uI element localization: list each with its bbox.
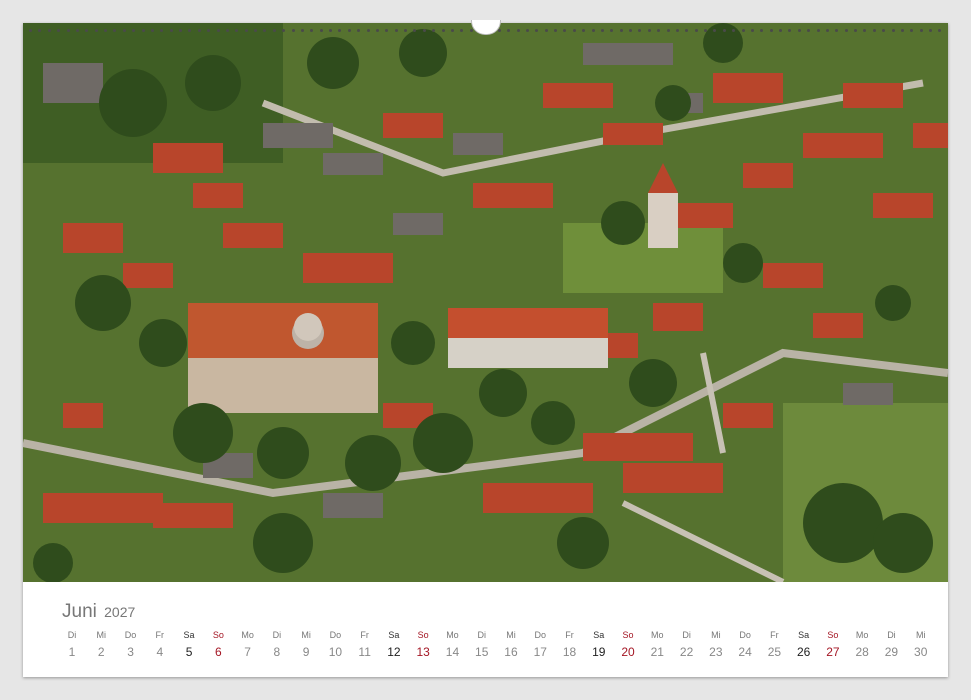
weekday-label: Fr (360, 630, 369, 640)
day-cell: Di 8 (263, 630, 291, 659)
day-number: 6 (214, 645, 222, 659)
day-cell: Sa 5 (175, 630, 203, 659)
day-cell: So 13 (409, 630, 437, 659)
day-number: 1 (68, 645, 76, 659)
day-cell: Do 10 (321, 630, 349, 659)
day-number: 14 (445, 645, 460, 659)
weekday-label: Sa (388, 630, 400, 640)
day-cell: Fr 4 (146, 630, 174, 659)
day-cell: So 27 (819, 630, 847, 659)
day-cell: Do 3 (117, 630, 145, 659)
day-cell: Mi 23 (702, 630, 730, 659)
day-cell: Mi 30 (907, 630, 935, 659)
day-cell: Di 15 (468, 630, 496, 659)
day-cell: Di 1 (58, 630, 86, 659)
day-cell: Mo 14 (438, 630, 466, 659)
weekday-label: So (417, 630, 429, 640)
day-number: 23 (709, 645, 723, 659)
day-number: 26 (796, 645, 811, 659)
aerial-village-photo (23, 23, 948, 582)
day-cell: Sa 19 (585, 630, 613, 659)
day-cell: Mo 7 (234, 630, 262, 659)
day-number: 5 (185, 645, 193, 659)
day-number: 11 (358, 645, 371, 659)
day-cell: Mi 2 (87, 630, 115, 659)
day-number: 17 (533, 645, 547, 659)
weekday-label: Fr (155, 630, 165, 640)
day-number: 22 (679, 645, 694, 659)
weekday-label: Mi (301, 630, 311, 640)
weekday-label: Di (67, 630, 77, 640)
day-number: 28 (855, 645, 869, 659)
weekday-label: Mo (855, 630, 869, 640)
weekday-label: Di (477, 630, 486, 640)
day-number: 13 (416, 645, 430, 659)
day-number: 12 (387, 645, 401, 659)
day-number: 19 (592, 645, 606, 659)
month-name: Juni (62, 601, 97, 622)
day-number: 30 (914, 645, 928, 659)
aerial-photo-illustration (23, 23, 948, 582)
day-cell: Di 29 (877, 630, 905, 659)
day-cell: So 20 (614, 630, 642, 659)
weekday-label: Mo (651, 630, 664, 640)
day-cell: Mo 28 (848, 630, 876, 659)
day-cell: Fr 18 (556, 630, 584, 659)
day-number: 3 (127, 645, 134, 659)
day-cell: Sa 26 (790, 630, 818, 659)
weekday-label: Do (534, 630, 546, 640)
weekday-label: Do (329, 630, 342, 640)
weekday-label: Mo (241, 630, 254, 640)
weekday-label: Do (739, 630, 751, 640)
day-number: 16 (504, 645, 518, 659)
weekday-label: Sa (183, 630, 195, 640)
day-cell: Mo 21 (643, 630, 671, 659)
weekday-label: Di (272, 630, 282, 640)
weekday-label: Mi (96, 630, 107, 640)
day-cell: Mi 9 (292, 630, 320, 659)
weekday-label: Do (124, 630, 137, 640)
day-cell: Fr 25 (760, 630, 788, 659)
year-label: 2027 (104, 604, 136, 620)
day-number: 29 (884, 645, 899, 659)
day-cell: Sa 12 (380, 630, 408, 659)
day-cell: Fr 11 (351, 630, 379, 659)
weekday-label: Sa (593, 630, 605, 640)
day-cell: Do 17 (526, 630, 554, 659)
weekday-label: So (212, 630, 224, 640)
weekday-label: Mi (915, 630, 926, 640)
day-number: 25 (767, 645, 782, 659)
day-strip: Di 1 Mi 2 Do 3 Fr 4 Sa 5 So 6 Mo 7 Di 8 Mi 9 Do 10 Fr 11 Sa 12 S… (58, 630, 935, 659)
day-cell: So 6 (204, 630, 232, 659)
day-number: 20 (621, 645, 635, 659)
day-cell: Mi 16 (497, 630, 525, 659)
day-number: 27 (826, 645, 840, 659)
weekday-label: Di (682, 630, 691, 640)
day-number: 9 (302, 645, 310, 659)
calendar-page: Juni 2027 Di 1 Mi 2 Do 3 Fr 4 Sa 5 So 6 Mo 7 Di 8 Mi 9 Do 1… (23, 20, 948, 677)
day-number: 24 (738, 645, 752, 659)
weekday-label: Fr (770, 630, 779, 640)
day-number: 18 (562, 645, 577, 659)
weekday-label: Di (887, 630, 896, 640)
day-number: 10 (328, 645, 343, 659)
day-number: 4 (156, 645, 164, 659)
weekday-label: Mo (446, 630, 459, 640)
day-cell: Do 24 (731, 630, 759, 659)
weekday-label: Mi (711, 630, 721, 640)
weekday-label: Fr (565, 630, 574, 640)
weekday-label: Sa (798, 630, 810, 640)
day-number: 2 (97, 645, 105, 659)
day-number: 7 (244, 645, 251, 659)
day-cell: Di 22 (673, 630, 701, 659)
weekday-label: Mi (506, 630, 516, 640)
day-number: 8 (273, 645, 281, 659)
weekday-label: So (622, 630, 634, 640)
day-number: 21 (650, 645, 664, 659)
day-number: 15 (475, 645, 489, 659)
weekday-label: So (827, 630, 839, 640)
month-title: Juni 2027 (62, 601, 135, 623)
